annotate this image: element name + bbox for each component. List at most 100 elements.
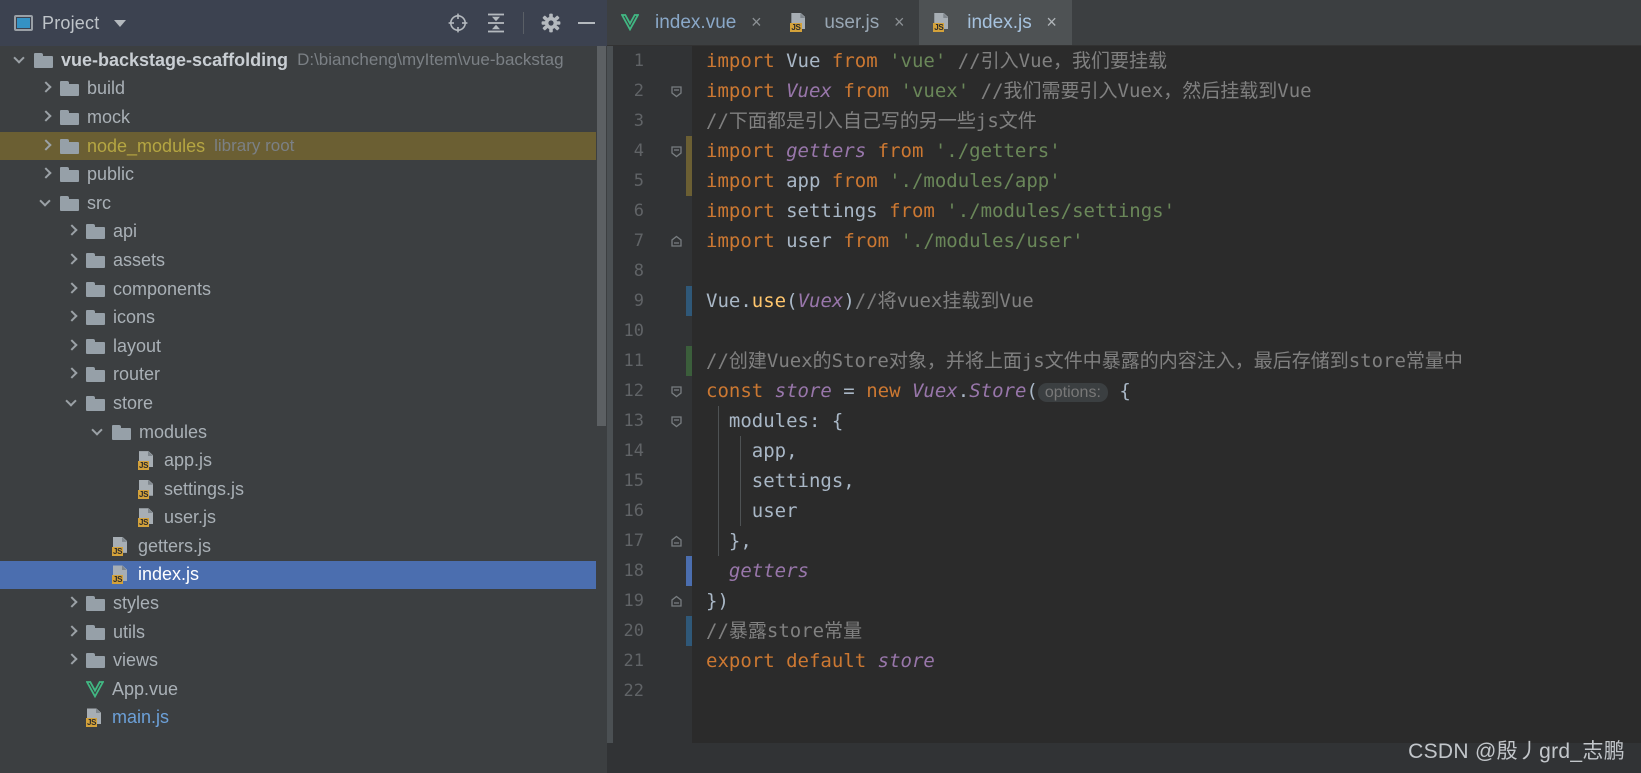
chevron-right-icon[interactable] [66, 625, 79, 639]
chevron-right-icon[interactable] [66, 367, 79, 381]
sidebar-scrollbar[interactable] [596, 46, 607, 773]
tree-row-modules[interactable]: modules [0, 418, 607, 447]
tree-row-src[interactable]: src [0, 189, 607, 218]
tree-row-index-js[interactable]: JS index.js [0, 560, 607, 590]
chevron-down-icon[interactable] [114, 19, 127, 27]
chevron-right-icon[interactable] [40, 138, 53, 153]
tree-row-router[interactable]: router [0, 361, 607, 390]
code-line-20[interactable]: //暴露store常量 [706, 616, 862, 646]
tree-row-public[interactable]: public [0, 160, 607, 189]
code-fold-icon[interactable] [669, 136, 683, 166]
code-line-18[interactable]: getters [706, 556, 809, 586]
tab-label: index.vue [655, 11, 737, 33]
code-token: from [877, 140, 924, 162]
chevron-right-icon[interactable] [66, 596, 79, 610]
code-line-21[interactable]: export default store [706, 646, 935, 676]
tree-item-label: store [113, 392, 154, 413]
tree-row-settings-js[interactable]: JS settings.js [0, 475, 607, 504]
code-line-14[interactable]: app, [706, 436, 798, 466]
code-fold-icon[interactable] [669, 406, 683, 436]
editor-tab-index-vue[interactable]: index.vue × [607, 0, 776, 45]
tree-row-vue-backstage-scaffolding[interactable]: vue-backstage-scaffolding D:\biancheng\my… [0, 46, 607, 75]
settings-gear-icon[interactable] [540, 12, 562, 34]
tree-row-api[interactable]: api [0, 218, 607, 247]
code-line-13[interactable]: modules: { [706, 406, 843, 436]
tree-row-layout[interactable]: layout [0, 332, 607, 361]
tree-row-build[interactable]: build [0, 75, 607, 104]
chevron-down-icon[interactable] [91, 423, 105, 439]
line-number: 9 [633, 291, 644, 311]
tree-row-icons[interactable]: icons [0, 303, 607, 332]
code-line-3[interactable]: //下面都是引入自己写的另一些js文件 [706, 106, 1037, 136]
code-line-9[interactable]: Vue.use(Vuex)//将vuex挂载到Vue [706, 286, 1034, 316]
code-line-2[interactable]: import Vuex from 'vuex' //我们需要引入Vuex，然后挂… [706, 76, 1312, 106]
chevron-down-icon[interactable] [13, 52, 27, 67]
tab-close-icon[interactable]: × [891, 12, 907, 33]
editor-tab-user-js[interactable]: JS user.js × [776, 0, 919, 45]
code-line-1[interactable]: import Vue from 'vue' //引入Vue，我们要挂载 [706, 46, 1167, 76]
tree-row-components[interactable]: components [0, 275, 607, 304]
project-file-tree[interactable]: vue-backstage-scaffolding D:\biancheng\my… [0, 46, 607, 773]
chevron-down-icon[interactable] [39, 195, 53, 210]
tree-row-styles[interactable]: styles [0, 589, 607, 618]
code-line-17[interactable]: }, [706, 526, 752, 556]
project-panel-header: Project [0, 0, 607, 46]
tree-row-app-vue[interactable]: App.vue [0, 675, 607, 704]
code-fold-icon[interactable] [669, 586, 683, 616]
chevron-down-icon[interactable] [65, 395, 79, 410]
code-line-16[interactable]: user [706, 496, 798, 526]
line-number: 10 [623, 321, 644, 341]
tree-row-node-modules[interactable]: node_modules library root [0, 131, 607, 161]
tree-row-utils[interactable]: utils [0, 618, 607, 647]
code-line-7[interactable]: import user from './modules/user' [706, 226, 1084, 256]
code-line-19[interactable]: }) [706, 586, 729, 616]
tree-row-getters-js[interactable]: JS getters.js [0, 532, 607, 561]
code-line-11[interactable]: //创建Vuex的Store对象，并将上面js文件中暴露的内容注入，最后存储到s… [706, 346, 1463, 376]
editor-tab-index-js[interactable]: JS index.js × [919, 0, 1072, 45]
code-line-6[interactable]: import settings from './modules/settings… [706, 196, 1175, 226]
minimize-icon[interactable] [578, 22, 595, 24]
tree-row-app-js[interactable]: JS app.js [0, 446, 607, 475]
chevron-right-icon[interactable] [66, 224, 79, 238]
chevron-right-icon[interactable] [66, 339, 79, 353]
code-line-4[interactable]: import getters from './getters' [706, 136, 1061, 166]
code-line-5[interactable]: import app from './modules/app' [706, 166, 1061, 196]
tree-row-user-js[interactable]: JS user.js [0, 504, 607, 533]
code-fold-icon[interactable] [669, 226, 683, 256]
tree-row-views[interactable]: views [0, 646, 607, 675]
code-line-15[interactable]: settings, [706, 466, 855, 496]
editor-tab-bar[interactable]: index.vue × JS user.js × JS index.js × [607, 0, 1641, 46]
editor-gutter[interactable]: 1 2 3 4 5 6 7 8 9 10 11 12 13 14 15 16 17 18 19 20 21 22 [607, 46, 692, 773]
tab-close-icon[interactable]: × [1044, 12, 1060, 33]
code-token: from [843, 230, 890, 252]
sidebar-scrollbar-thumb[interactable] [597, 46, 606, 426]
tree-row-main-js[interactable]: JS main.js [0, 704, 607, 733]
code-content[interactable]: import Vue from 'vue' //引入Vue，我们要挂载 impor… [692, 46, 1641, 773]
chevron-right-icon[interactable] [40, 110, 53, 124]
tree-item-label: router [113, 364, 161, 385]
chevron-right-icon[interactable] [66, 653, 79, 667]
chevron-right-icon[interactable] [66, 281, 79, 296]
line-number: 17 [623, 531, 644, 551]
tab-close-icon[interactable]: × [748, 12, 764, 33]
tree-row-mock[interactable]: mock [0, 103, 607, 132]
chevron-right-icon[interactable] [66, 253, 79, 267]
locate-target-icon[interactable] [447, 12, 469, 34]
chevron-right-icon[interactable] [40, 81, 53, 95]
tree-row-assets[interactable]: assets [0, 246, 607, 275]
code-fold-icon[interactable] [669, 376, 683, 406]
folder-icon [86, 395, 105, 411]
code-editor[interactable]: 1 2 3 4 5 6 7 8 9 10 11 12 13 14 15 16 17 18 19 20 21 22 impo… [607, 46, 1641, 773]
code-line-12[interactable]: const store = new Vuex.Store(options: { [706, 376, 1131, 406]
tree-row-store[interactable]: store [0, 389, 607, 418]
chevron-right-icon[interactable] [66, 310, 79, 324]
project-title-group[interactable]: Project [14, 13, 127, 34]
code-fold-icon[interactable] [669, 526, 683, 556]
chevron-right-icon[interactable] [40, 167, 53, 181]
collapse-all-icon[interactable] [485, 12, 507, 34]
tab-label: index.js [967, 11, 1032, 33]
code-fold-icon[interactable] [669, 76, 683, 106]
tree-item-label: app.js [164, 450, 213, 471]
